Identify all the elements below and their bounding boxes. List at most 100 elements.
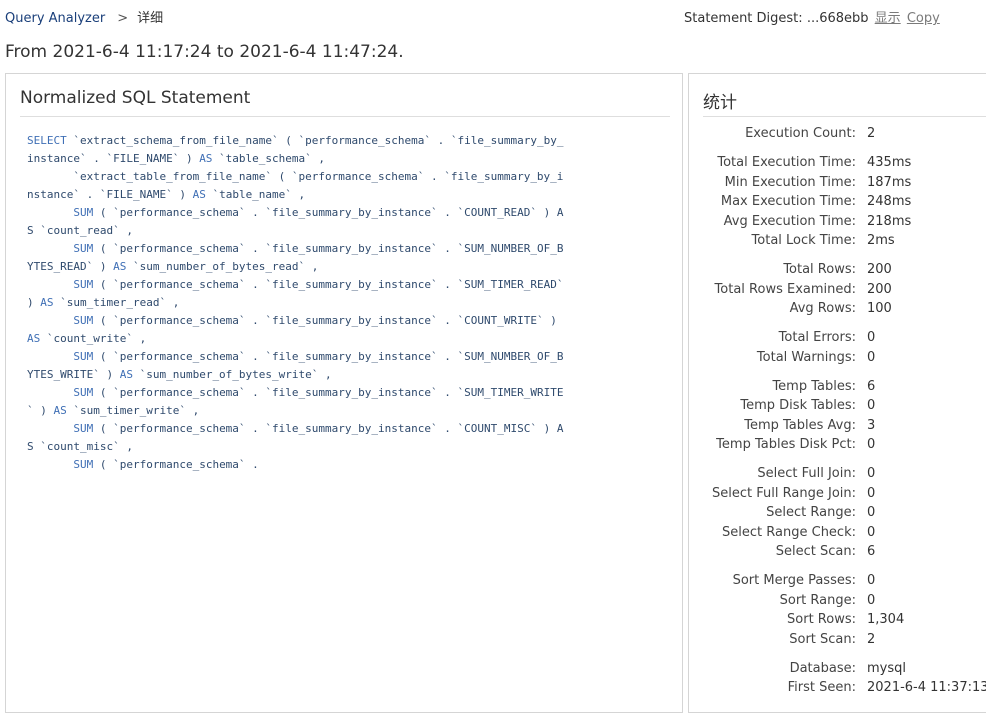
stat-row: Total Errors: 0 (689, 328, 986, 348)
stats-list: Execution Count: 2 Total Execution Time: 43… (689, 124, 986, 698)
sql-line: SUM ( `performance_schema` . `file_summa… (73, 314, 557, 327)
sql-line: S `count_read` , (27, 224, 133, 237)
stats-panel: 统计 Execution Count: 2 Total Execution Time… (688, 73, 986, 713)
stats-group-gap (689, 144, 986, 154)
stat-row: Select Full Join: 0 (689, 464, 986, 484)
stat-value: mysql (867, 660, 906, 676)
stat-label: Sort Rows: (787, 612, 856, 628)
stat-value: 100 (867, 301, 892, 317)
stat-row: Sort Rows: 1,304 (689, 610, 986, 630)
stat-value: 218ms (867, 213, 912, 229)
stat-row: Avg Execution Time: 218ms (689, 212, 986, 232)
stat-value: 0 (867, 524, 876, 540)
stat-row: Temp Tables Disk Pct: 0 (689, 435, 986, 455)
stat-label: Min Execution Time: (724, 174, 856, 190)
stat-value: 2 (867, 631, 876, 647)
stat-label: Select Full Join: (757, 466, 856, 482)
stats-panel-title: 统计 (703, 93, 737, 113)
stat-row: Select Full Range Join: 0 (689, 484, 986, 504)
stat-row: Total Execution Time: 435ms (689, 153, 986, 173)
stat-label: First Seen: (787, 680, 856, 696)
stat-label: Select Scan: (775, 544, 856, 560)
stat-value: 3 (867, 417, 876, 433)
stat-row: Temp Tables Avg: 3 (689, 416, 986, 436)
stat-value: 0 (867, 398, 876, 414)
stat-row: Total Warnings: 0 (689, 348, 986, 368)
sql-line: SUM ( `performance_schema` . `file_summa… (73, 278, 564, 291)
stats-group-gap (689, 251, 986, 261)
stat-row: Temp Tables: 6 (689, 377, 986, 397)
breadcrumb-home-link[interactable]: Query Analyzer (5, 11, 105, 26)
sql-line: SUM ( `performance_schema` . `file_summa… (73, 206, 564, 219)
stat-row: Select Range Check: 0 (689, 523, 986, 543)
stat-row: Sort Merge Passes: 0 (689, 571, 986, 591)
sql-line: SELECT `extract_schema_from_file_name` (… (27, 134, 564, 147)
sql-line: nstance` . `FILE_NAME` ) AS `table_name`… (27, 188, 306, 201)
stat-value: 0 (867, 573, 876, 589)
sql-line: ) AS `sum_timer_read` , (27, 296, 180, 309)
stats-group-gap (689, 367, 986, 377)
stat-row: Sort Scan: 2 (689, 630, 986, 650)
stat-value: 0 (867, 330, 876, 346)
copy-digest-link[interactable]: Copy (907, 11, 940, 26)
stat-value: 2 (867, 126, 876, 142)
stat-label: Total Errors: (778, 330, 856, 346)
stat-label: Select Range Check: (722, 524, 856, 540)
stat-label: Sort Range: (779, 592, 856, 608)
stat-value: 248ms (867, 194, 912, 210)
stat-label: Temp Tables: (772, 378, 856, 394)
stat-value: 200 (867, 281, 892, 297)
sql-line: SUM ( `performance_schema` . `file_summa… (73, 350, 564, 363)
digest-label: Statement Digest: (684, 11, 803, 26)
sql-panel-divider (20, 116, 670, 117)
sql-line: SUM ( `performance_schema` . `file_summa… (73, 386, 564, 399)
sql-line: AS `count_write` , (27, 332, 147, 345)
stat-row: Total Lock Time: 2ms (689, 231, 986, 251)
stat-row: Execution Count: 2 (689, 124, 986, 144)
sql-line: SUM ( `performance_schema` . `file_summa… (73, 242, 564, 255)
stat-label: Total Rows: (783, 262, 856, 278)
stat-value: 2ms (867, 233, 895, 249)
stat-row: First Seen: 2021-6-4 11:37:13 (689, 678, 986, 698)
stats-group-gap (689, 562, 986, 572)
stat-row: Select Range: 0 (689, 503, 986, 523)
stat-label: Temp Tables Disk Pct: (716, 437, 856, 453)
stats-group-gap (689, 649, 986, 659)
stat-row: Total Rows: 200 (689, 260, 986, 280)
sql-line: instance` . `FILE_NAME` ) AS `table_sche… (27, 152, 326, 165)
sql-line: SUM ( `performance_schema` . `file_summa… (73, 422, 564, 435)
stat-label: Avg Execution Time: (723, 213, 856, 229)
stat-label: Total Warnings: (756, 349, 856, 365)
statement-digest: Statement Digest: ...668ebb 显示 Copy (684, 7, 940, 26)
stat-value: 0 (867, 592, 876, 608)
stat-label: Avg Rows: (789, 301, 856, 317)
stat-row: Temp Disk Tables: 0 (689, 396, 986, 416)
stats-group-gap (689, 455, 986, 465)
stat-label: Select Full Range Join: (712, 485, 856, 501)
sql-line: S `count_misc` , (27, 440, 133, 453)
breadcrumb-current: 详细 (137, 11, 164, 26)
stats-group-gap (689, 319, 986, 329)
stat-value: 0 (867, 485, 876, 501)
stat-label: Sort Scan: (789, 631, 856, 647)
stat-value: 6 (867, 544, 876, 560)
stat-value: 0 (867, 437, 876, 453)
top-bar: Query Analyzer > 详细 Statement Digest: ...6… (0, 0, 986, 32)
show-digest-link[interactable]: 显示 (875, 11, 901, 26)
stat-row: Database: mysql (689, 659, 986, 679)
digest-value: ...668ebb (806, 11, 869, 26)
breadcrumb-separator: > (117, 11, 129, 26)
sql-line: SUM ( `performance_schema` . (73, 458, 259, 471)
stat-label: Execution Count: (745, 126, 856, 142)
stat-value: 187ms (867, 174, 912, 190)
stat-value: 0 (867, 505, 876, 521)
stat-label: Select Range: (766, 505, 856, 521)
time-range: From 2021-6-4 11:17:24 to 2021-6-4 11:47… (5, 42, 404, 62)
stats-panel-divider (703, 116, 986, 117)
stat-row: Select Scan: 6 (689, 542, 986, 562)
normalized-sql-text: SELECT `extract_schema_from_file_name` (… (27, 132, 667, 474)
stat-label: Database: (789, 660, 856, 676)
sql-panel-title: Normalized SQL Statement (20, 88, 251, 108)
sql-panel: Normalized SQL Statement SELECT `extract… (5, 73, 683, 713)
sql-line: ` ) AS `sum_timer_write` , (27, 404, 200, 417)
